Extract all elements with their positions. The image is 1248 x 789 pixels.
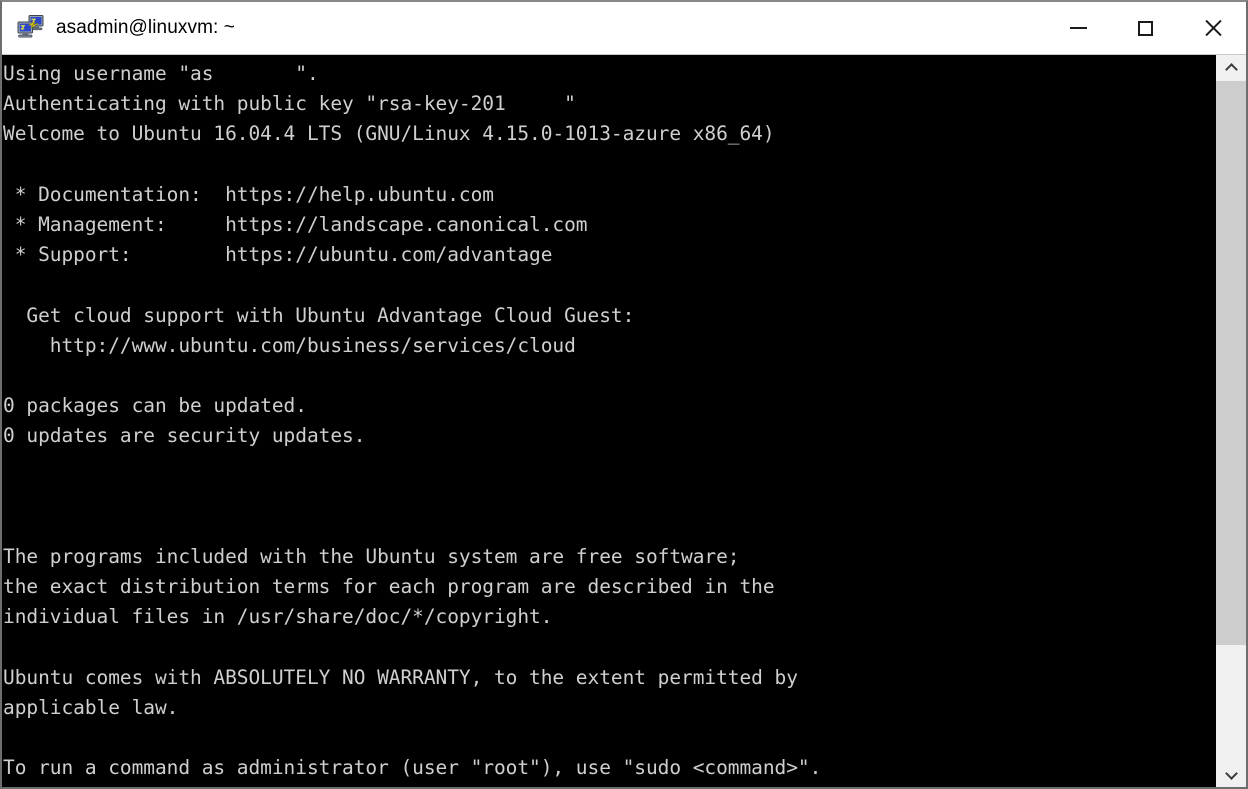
minimize-icon: [1070, 27, 1087, 29]
putty-icon: [16, 13, 46, 43]
terminal-output-area[interactable]: Using username "as███████".Authenticatin…: [2, 55, 1215, 787]
terminal-line: 0 packages can be updated.: [3, 394, 307, 418]
putty-window: asadmin@linuxvm: ~ Using username "as███…: [0, 0, 1248, 789]
terminal-line: the exact distribution terms for each pr…: [3, 575, 775, 599]
terminal-line: * Management: https://landscape.canonica…: [3, 212, 588, 236]
chevron-up-icon: [1226, 63, 1237, 74]
window-title: asadmin@linuxvm: ~: [56, 17, 235, 38]
redacted-text: █████: [505, 89, 565, 120]
close-button[interactable]: [1179, 2, 1246, 54]
terminal-line: To run a command as administrator (user …: [3, 756, 822, 780]
scrollbar-up-button[interactable]: [1216, 55, 1246, 81]
terminal-text: Using username "as███████".Authenticatin…: [2, 59, 1215, 784]
terminal-line: Get cloud support with Ubuntu Advantage …: [3, 303, 635, 327]
maximize-icon: [1138, 20, 1153, 36]
terminal-line: Welcome to Ubuntu 16.04.4 LTS (GNU/Linux…: [3, 122, 775, 146]
maximize-button[interactable]: [1112, 2, 1179, 54]
terminal-line: Ubuntu comes with ABSOLUTELY NO WARRANTY…: [3, 665, 798, 689]
scrollbar-down-button[interactable]: [1216, 761, 1246, 787]
terminal-line: The programs included with the Ubuntu sy…: [3, 545, 740, 568]
titlebar-left: asadmin@linuxvm: ~: [2, 13, 1045, 43]
scrollbar-track[interactable]: [1216, 81, 1246, 761]
chevron-down-icon: [1226, 769, 1237, 780]
terminal-scrollbar[interactable]: [1215, 55, 1246, 787]
redacted-text: ███████: [213, 59, 296, 90]
terminal-line: http://www.ubuntu.com/business/services/…: [3, 333, 576, 357]
window-controls: [1045, 2, 1246, 54]
terminal-line: Authenticating with public key "rsa-key-…: [2, 89, 1215, 120]
close-icon: [1203, 18, 1223, 38]
terminal-line: applicable law.: [3, 695, 179, 719]
scrollbar-thumb[interactable]: [1216, 81, 1246, 646]
minimize-button[interactable]: [1045, 2, 1112, 54]
terminal-line: * Documentation: https://help.ubuntu.com: [3, 182, 494, 206]
terminal-line: 0 updates are security updates.: [3, 424, 366, 448]
terminal-line: Using username "as███████".: [2, 59, 1215, 90]
window-titlebar[interactable]: asadmin@linuxvm: ~: [2, 2, 1246, 55]
terminal-line: individual files in /usr/share/doc/*/cop…: [3, 605, 553, 629]
terminal-line: * Support: https://ubuntu.com/advantage: [3, 243, 553, 267]
